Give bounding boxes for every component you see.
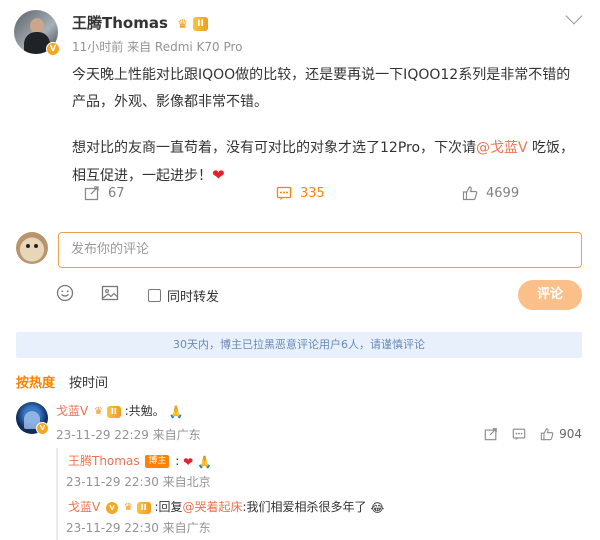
comment-like-count: 904 <box>559 427 582 441</box>
level-badge: II <box>193 16 208 31</box>
repost-checkbox-label: 同时转发 <box>167 290 220 305</box>
post-actions: 67 335 4699 <box>72 181 582 205</box>
current-user-avatar <box>16 232 48 264</box>
tab-by-time[interactable]: 按时间 <box>69 372 108 391</box>
chevron-down-icon[interactable] <box>565 7 583 25</box>
like-button[interactable]: 4699 <box>462 181 519 205</box>
reply-mention-link[interactable]: @哭着起床 <box>183 500 243 514</box>
sort-tabs: 按热度 按时间 <box>16 372 108 391</box>
author-avatar[interactable]: V <box>14 10 62 58</box>
level-badge: II <box>136 501 151 514</box>
reply-thread: 王腾Thomas 博主 : ❤ 🙏 23-11-29 22:30 来自北京 戈蓝… <box>56 448 582 540</box>
reply-item: 王腾Thomas 博主 : ❤ 🙏 23-11-29 22:30 来自北京 <box>66 448 582 490</box>
moderation-notice: 30天内，博主已拉黑恶意评论用户6人，请谨慎评论 <box>16 332 582 358</box>
comment-line: 戈蓝V ♛ II :共勉。 🙏 <box>56 402 183 419</box>
reply-line: 戈蓝V V ♛ II :回复@哭着起床:我们相爱相杀很多年了 😂 <box>68 498 384 515</box>
submit-comment-button[interactable]: 评论 <box>518 280 582 310</box>
comment-composer: 发布你的评论 <box>16 232 584 268</box>
comment-icon <box>276 186 292 200</box>
commenter-avatar[interactable]: V <box>16 402 49 435</box>
reply-item: 戈蓝V V ♛ II :回复@哭着起床:我们相爱相杀很多年了 😂 23-11-2… <box>66 494 582 536</box>
reply-line: 王腾Thomas 博主 : ❤ 🙏 <box>68 452 212 469</box>
crown-icon: ♛ <box>177 16 188 31</box>
author-name[interactable]: 王腾Thomas <box>72 14 168 32</box>
comment-count: 335 <box>300 185 325 201</box>
comment-meta: 23-11-29 22:29 来自广东 <box>56 428 201 442</box>
image-icon[interactable] <box>101 284 119 302</box>
author-tag: 博主 <box>145 455 170 468</box>
level-badge: II <box>106 405 121 418</box>
checkbox-box <box>148 289 161 302</box>
reply-meta: 23-11-29 22:30 来自广东 <box>66 521 211 535</box>
like-count: 4699 <box>486 185 520 201</box>
mention-link[interactable]: @戈蓝V <box>476 140 528 156</box>
thumbs-up-icon <box>462 186 478 201</box>
verified-icon: V <box>46 42 60 56</box>
comment-item: V 戈蓝V ♛ II :共勉。 🙏 23-11-29 22:29 来自广东 90… <box>16 402 582 442</box>
repost-icon[interactable] <box>484 427 498 441</box>
comment-icon[interactable] <box>512 427 526 441</box>
reply-meta: 23-11-29 22:30 来自北京 <box>66 475 211 489</box>
emoji-icon[interactable] <box>56 284 74 302</box>
tab-by-popularity[interactable]: 按热度 <box>16 372 55 391</box>
post-meta: 11小时前 来自 Redmi K70 Pro <box>72 40 243 54</box>
verified-icon: V <box>106 501 119 514</box>
post-header: V 王腾Thomas ♛ II 11小时前 来自 Redmi K70 Pro <box>14 7 586 58</box>
comment-button[interactable]: 335 <box>276 181 325 205</box>
composer-toolbar: 同时转发 评论 <box>56 280 582 310</box>
comment-like-button[interactable]: 904 <box>540 427 582 441</box>
repost-checkbox[interactable]: 同时转发 <box>148 286 219 305</box>
comment-input[interactable]: 发布你的评论 <box>58 232 582 268</box>
post-paragraph-1: 今天晚上性能对比跟IQOO做的比较，还是要再说一下IQOO12系列是非常不错的产… <box>72 67 571 110</box>
verified-icon: V <box>36 422 49 435</box>
repost-button[interactable]: 67 <box>84 181 125 205</box>
reply-user-name[interactable]: 戈蓝V <box>68 500 100 514</box>
comment-actions: 904 <box>484 426 582 442</box>
crown-icon: ♛ <box>123 502 133 513</box>
reply-user-name[interactable]: 王腾Thomas <box>68 454 140 468</box>
author-name-row: 王腾Thomas ♛ II <box>72 12 208 33</box>
commenter-name[interactable]: 戈蓝V <box>56 404 88 418</box>
repost-icon <box>84 186 99 201</box>
reply-text: : <box>175 454 180 468</box>
repost-count: 67 <box>108 185 125 201</box>
heart-emoji: ❤ <box>183 454 194 469</box>
reply-text-suffix: :我们相爱相杀很多年了 <box>242 500 367 514</box>
pray-emoji: 🙏 <box>168 404 184 419</box>
laugh-emoji: 😂 <box>370 500 385 515</box>
post-body: 今天晚上性能对比跟IQOO做的比较，还是要再说一下IQOO12系列是非常不错的产… <box>72 62 582 190</box>
pray-emoji: 🙏 <box>197 454 212 469</box>
crown-icon: ♛ <box>94 406 104 417</box>
comment-text: :共勉。 <box>124 404 165 418</box>
thumbs-up-icon <box>540 428 554 441</box>
reply-text-prefix: :回复 <box>154 500 183 514</box>
